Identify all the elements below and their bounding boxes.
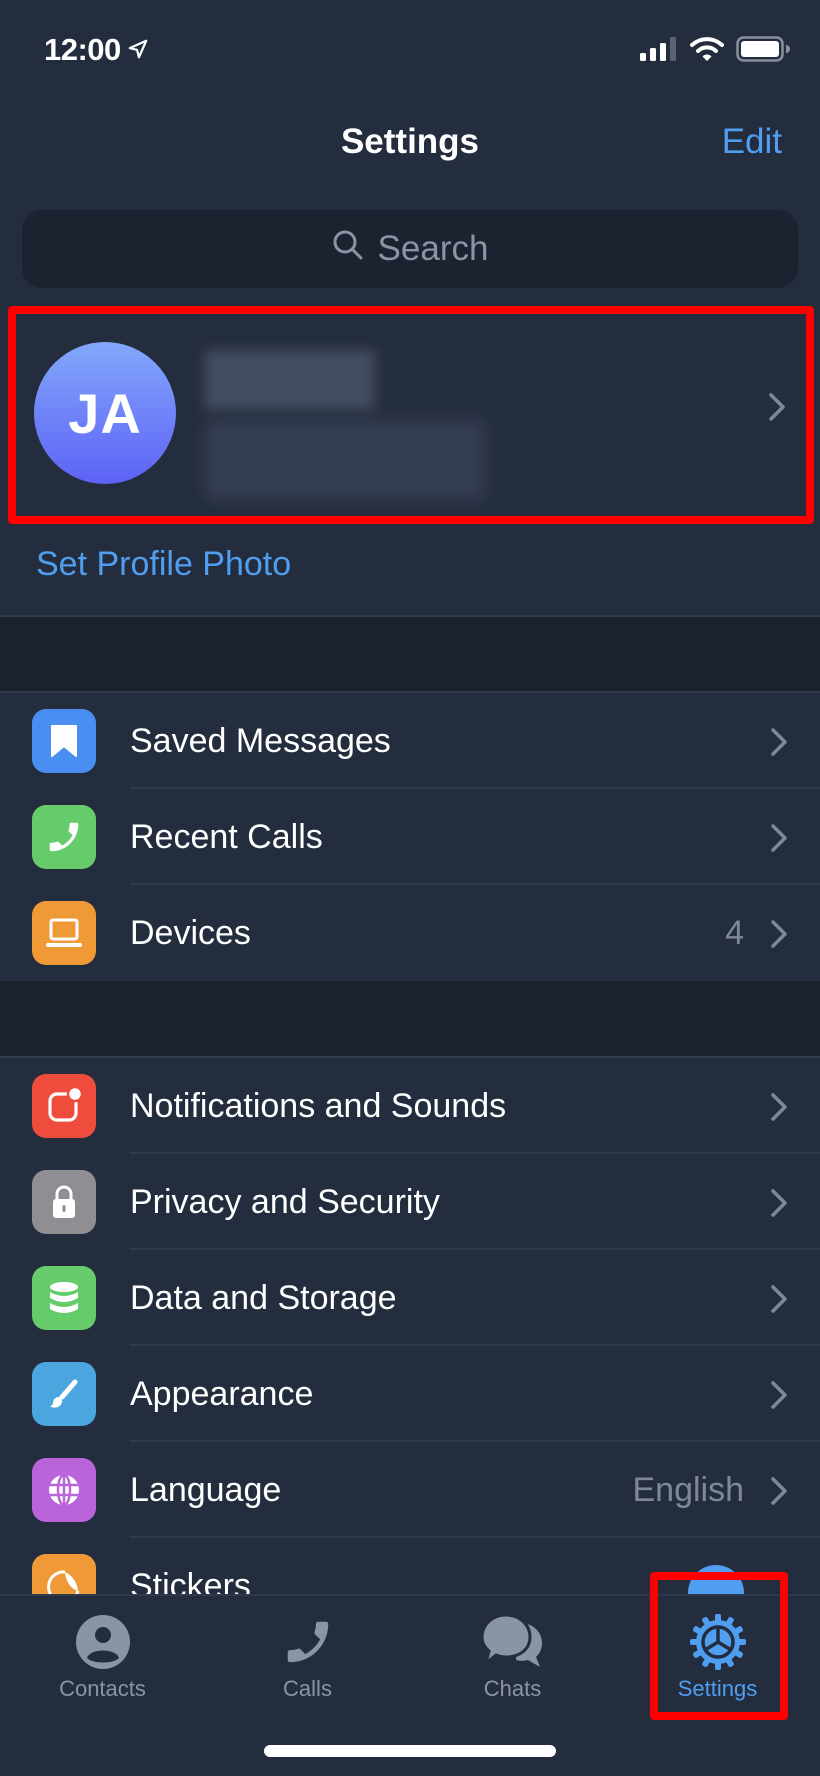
recent-calls-item[interactable]: Recent Calls (0, 789, 820, 885)
set-profile-photo-link[interactable]: Set Profile Photo (36, 545, 291, 584)
tab-chats[interactable]: Chats (410, 1608, 615, 1718)
chevron-right-icon (770, 1188, 788, 1223)
phone-icon (281, 1608, 335, 1676)
search-icon (332, 229, 364, 270)
location-arrow-icon (127, 32, 149, 68)
item-label: Devices (130, 913, 251, 952)
chevron-right-icon (770, 1284, 788, 1319)
devices-count: 4 (725, 913, 744, 952)
item-label: Saved Messages (130, 721, 391, 760)
tab-label: Settings (677, 1676, 758, 1701)
page-title: Settings (340, 122, 480, 161)
tab-calls[interactable]: Calls (205, 1608, 410, 1718)
profile-row[interactable]: JA (0, 310, 820, 518)
laptop-icon (32, 901, 96, 965)
brush-icon (32, 1362, 96, 1426)
item-label: Data and Storage (130, 1278, 397, 1317)
status-bar: 12:00 (0, 0, 820, 100)
battery-icon (736, 36, 790, 67)
chevron-right-icon (770, 1092, 788, 1127)
gear-icon (688, 1608, 748, 1676)
item-label: Language (130, 1470, 282, 1509)
search-input[interactable]: Search (22, 210, 798, 288)
chat-bubbles-icon (479, 1608, 546, 1676)
settings-group-1: Saved Messages Recent Calls Devices 4 (0, 691, 820, 983)
chevron-right-icon (768, 392, 786, 427)
settings-group-2: Notifications and Sounds Privacy and Sec… (0, 1056, 820, 1634)
tab-contacts[interactable]: Contacts (0, 1608, 205, 1718)
devices-item[interactable]: Devices 4 (0, 885, 820, 981)
chevron-right-icon (770, 919, 788, 954)
wifi-icon (690, 36, 724, 67)
chevron-right-icon (770, 727, 788, 762)
tab-label: Chats (483, 1676, 542, 1701)
notifications-and-sounds-item[interactable]: Notifications and Sounds (0, 1058, 820, 1154)
notification-badge-icon (32, 1074, 96, 1138)
home-indicator[interactable] (264, 1745, 556, 1757)
section-gap (0, 617, 820, 693)
item-label: Recent Calls (130, 817, 323, 856)
navigation-bar: Settings Edit (0, 100, 820, 190)
avatar: JA (34, 342, 176, 484)
cellular-signal-icon (640, 37, 678, 66)
tab-settings[interactable]: Settings (615, 1608, 820, 1718)
data-and-storage-item[interactable]: Data and Storage (0, 1250, 820, 1346)
globe-icon (32, 1458, 96, 1522)
item-label: Privacy and Security (130, 1182, 440, 1221)
section-gap (0, 981, 820, 1057)
saved-messages-item[interactable]: Saved Messages (0, 693, 820, 789)
tab-label: Contacts (59, 1676, 146, 1701)
chevron-right-icon (770, 1476, 788, 1511)
search-placeholder: Search (377, 229, 489, 268)
bookmark-icon (32, 709, 96, 773)
appearance-item[interactable]: Appearance (0, 1346, 820, 1442)
time-text: 12:00 (44, 32, 121, 67)
edit-button[interactable]: Edit (722, 122, 782, 162)
tab-label: Calls (283, 1676, 332, 1701)
chevron-right-icon (770, 823, 788, 858)
phone-icon (32, 805, 96, 869)
language-item[interactable]: Language English (0, 1442, 820, 1538)
lock-icon (32, 1170, 96, 1234)
item-label: Appearance (130, 1374, 314, 1413)
profile-name-redacted (205, 350, 375, 410)
status-time: 12:00 (44, 32, 149, 68)
profile-subtitle-redacted (205, 420, 485, 500)
privacy-and-security-item[interactable]: Privacy and Security (0, 1154, 820, 1250)
person-icon (75, 1608, 131, 1676)
chevron-right-icon (770, 1380, 788, 1415)
language-value: English (632, 1470, 744, 1509)
item-label: Notifications and Sounds (130, 1086, 507, 1125)
database-icon (32, 1266, 96, 1330)
